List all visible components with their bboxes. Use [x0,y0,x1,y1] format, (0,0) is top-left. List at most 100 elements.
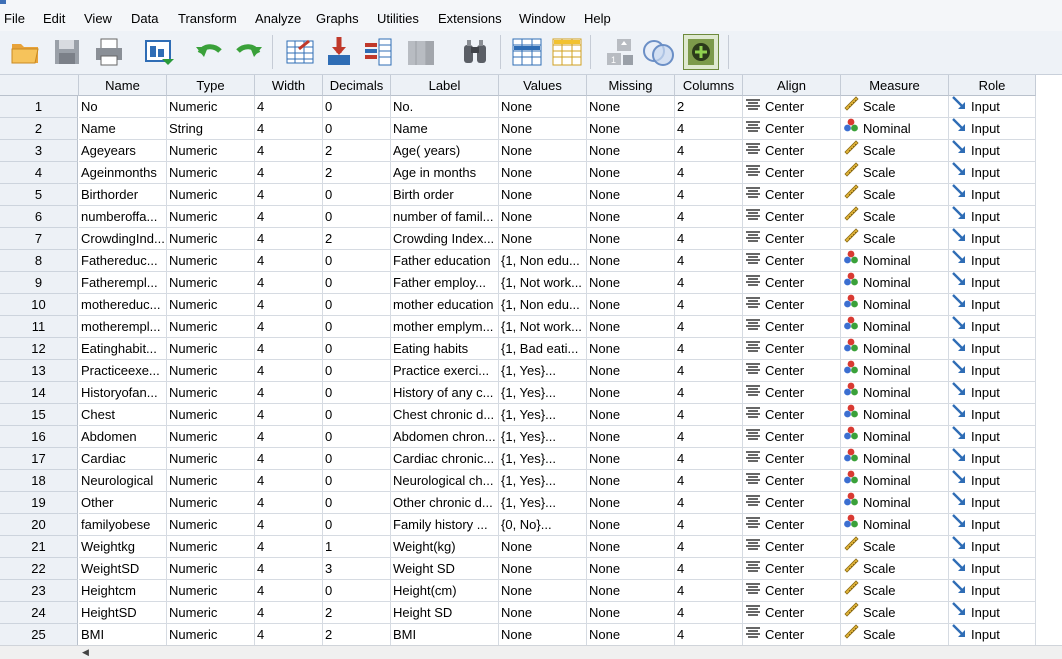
cell-missing[interactable]: None [587,228,675,250]
cell-decimals[interactable]: 1 [323,536,391,558]
cell-width[interactable]: 4 [255,382,323,404]
cell-width[interactable]: 4 [255,140,323,162]
cell-decimals[interactable]: 0 [323,426,391,448]
column-header-missing[interactable]: Missing [587,75,675,96]
cell-measure[interactable]: Scale [841,162,949,184]
row-number[interactable]: 25 [0,624,78,646]
cell-align[interactable]: Center [743,624,841,646]
cell-role[interactable]: Input [949,184,1036,206]
cell-role[interactable]: Input [949,338,1036,360]
cell-name[interactable]: Abdomen [79,426,167,448]
cell-measure[interactable]: Nominal [841,250,949,272]
cell-label[interactable]: mother education [391,294,499,316]
cell-label[interactable]: number of famil... [391,206,499,228]
cell-missing[interactable]: None [587,316,675,338]
cell-missing[interactable]: None [587,624,675,646]
cell-measure[interactable]: Nominal [841,360,949,382]
cell-columns[interactable]: 4 [675,514,743,536]
cell-align[interactable]: Center [743,558,841,580]
column-header-values[interactable]: Values [499,75,587,96]
column-header-role[interactable]: Role [949,75,1036,96]
cell-decimals[interactable]: 0 [323,96,391,118]
cell-missing[interactable]: None [587,602,675,624]
row-number[interactable]: 10 [0,294,78,316]
menu-edit[interactable]: Edit [43,11,65,26]
row-number[interactable]: 7 [0,228,78,250]
cell-label[interactable]: Practice exerci... [391,360,499,382]
row-number[interactable]: 17 [0,448,78,470]
cell-columns[interactable]: 4 [675,272,743,294]
cell-missing[interactable]: None [587,294,675,316]
cell-values[interactable]: {0, No}... [499,514,587,536]
cell-align[interactable]: Center [743,580,841,602]
row-number[interactable]: 13 [0,360,78,382]
cell-type[interactable]: Numeric [167,250,255,272]
cell-decimals[interactable]: 2 [323,228,391,250]
cell-missing[interactable]: None [587,536,675,558]
cell-missing[interactable]: None [587,426,675,448]
cell-measure[interactable]: Nominal [841,294,949,316]
cell-width[interactable]: 4 [255,470,323,492]
cell-type[interactable]: Numeric [167,448,255,470]
row-number[interactable]: 5 [0,184,78,206]
cell-align[interactable]: Center [743,316,841,338]
cell-label[interactable]: Age in months [391,162,499,184]
cell-width[interactable]: 4 [255,96,323,118]
insert-cases-icon[interactable] [510,35,544,69]
cell-measure[interactable]: Scale [841,228,949,250]
cell-decimals[interactable]: 0 [323,338,391,360]
row-number[interactable]: 14 [0,382,78,404]
cell-values[interactable]: None [499,206,587,228]
cell-missing[interactable]: None [587,404,675,426]
cell-columns[interactable]: 4 [675,382,743,404]
cell-decimals[interactable]: 0 [323,448,391,470]
cell-label[interactable]: Eating habits [391,338,499,360]
cell-width[interactable]: 4 [255,162,323,184]
cell-type[interactable]: Numeric [167,514,255,536]
cell-width[interactable]: 4 [255,514,323,536]
split-file-icon[interactable]: 1 [603,35,637,69]
cell-label[interactable]: Abdomen chron... [391,426,499,448]
cell-columns[interactable]: 4 [675,580,743,602]
cell-missing[interactable]: None [587,470,675,492]
cell-measure[interactable]: Scale [841,206,949,228]
cell-measure[interactable]: Scale [841,536,949,558]
cell-decimals[interactable]: 0 [323,580,391,602]
cell-decimals[interactable]: 2 [323,140,391,162]
menu-transform[interactable]: Transform [178,11,237,26]
cell-type[interactable]: Numeric [167,470,255,492]
column-header-columns[interactable]: Columns [675,75,743,96]
cell-decimals[interactable]: 2 [323,624,391,646]
cell-measure[interactable]: Scale [841,558,949,580]
cell-columns[interactable]: 4 [675,206,743,228]
variables-icon[interactable] [361,35,395,69]
cell-decimals[interactable]: 0 [323,206,391,228]
cell-decimals[interactable]: 0 [323,272,391,294]
cell-type[interactable]: Numeric [167,228,255,250]
cell-type[interactable]: Numeric [167,602,255,624]
column-header-type[interactable]: Type [167,75,255,96]
cell-label[interactable]: Father education [391,250,499,272]
cell-type[interactable]: Numeric [167,536,255,558]
cell-width[interactable]: 4 [255,250,323,272]
cell-type[interactable]: Numeric [167,96,255,118]
find-icon[interactable] [458,35,492,69]
cell-name[interactable]: Birthorder [79,184,167,206]
cell-missing[interactable]: None [587,580,675,602]
cell-label[interactable]: Cardiac chronic... [391,448,499,470]
cell-align[interactable]: Center [743,382,841,404]
row-number[interactable]: 15 [0,404,78,426]
cell-align[interactable]: Center [743,96,841,118]
cell-width[interactable]: 4 [255,338,323,360]
cell-values[interactable]: None [499,558,587,580]
column-header-measure[interactable]: Measure [841,75,949,96]
cell-label[interactable]: BMI [391,624,499,646]
cell-role[interactable]: Input [949,580,1036,602]
cell-name[interactable]: Historyofan... [79,382,167,404]
cell-width[interactable]: 4 [255,536,323,558]
cell-columns[interactable]: 4 [675,184,743,206]
cell-name[interactable]: Ageinmonths [79,162,167,184]
row-number[interactable]: 20 [0,514,78,536]
menu-view[interactable]: View [84,11,112,26]
cell-role[interactable]: Input [949,536,1036,558]
